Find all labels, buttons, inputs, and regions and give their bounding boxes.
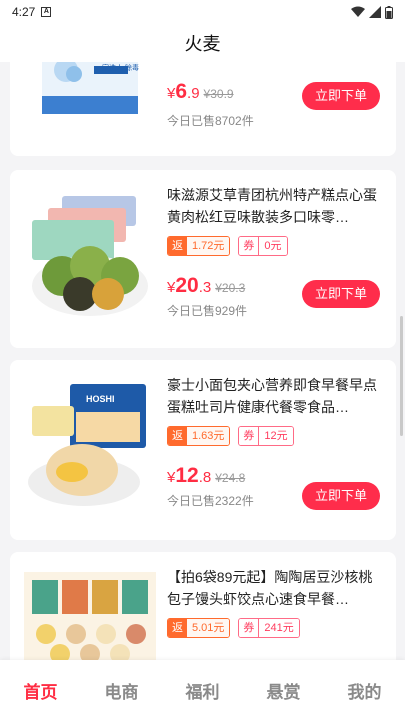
wifi-icon [351, 6, 365, 17]
product-card[interactable]: 味滋源艾草青团杭州特产糕点心蛋黄肉松红豆味散装多口味零… 返 1.72元 券 0元 … [10, 170, 396, 348]
tab-ecommerce[interactable]: 电商 [81, 678, 162, 703]
product-image-caption: 家洗人 除毒 [102, 65, 139, 72]
original-price: ¥20.3 [215, 281, 246, 295]
product-title: 味滋源艾草青团杭州特产糕点心蛋黄肉松红豆味散装多口味零… [167, 187, 377, 225]
tag-row: 返 1.72元 券 0元 [167, 236, 288, 256]
buy-now-button[interactable]: 立即下单 [302, 280, 380, 308]
sold-count: 今日已售2322件 [167, 494, 254, 508]
product-price: ¥ 20 .3 ¥20.3 [167, 274, 246, 297]
product-card[interactable]: 【拍6袋89元起】陶陶居豆沙核桃包子馒头虾饺点心速食早餐… 返 5.01元 券 24… [10, 552, 396, 660]
product-price: ¥ 6 .9 ¥30.9 [167, 80, 234, 103]
product-title: 【拍6袋89元起】陶陶居豆沙核桃包子馒头虾饺点心速食早餐… [167, 569, 373, 607]
bottom-tab-bar: 首页 电商 福利 悬赏 我的 [0, 660, 405, 720]
buy-now-button[interactable]: 立即下单 [302, 482, 380, 510]
product-price: ¥ 12 .8 ¥24.8 [167, 464, 246, 487]
status-time: 4:27 [12, 5, 36, 19]
signal-icon [369, 6, 381, 18]
product-image [24, 190, 156, 322]
status-bar: 4:27 A [0, 0, 405, 24]
buy-now-button[interactable]: 立即下单 [302, 82, 380, 110]
product-card[interactable]: 家洗人 除毒 ¥ 6 .9 ¥30.9 今日已售8702件 立即下单 [10, 62, 396, 156]
rebate-badge: 返 1.63元 [167, 426, 231, 446]
original-price: ¥24.8 [215, 471, 246, 485]
coupon-badge: 券 0元 [238, 236, 288, 256]
rebate-badge: 返 5.01元 [167, 618, 231, 638]
product-card[interactable]: HOSHI 豪士小面包夹心营养即食早餐早点蛋糕吐司片健康代餐零食品… 返 1.63… [10, 360, 396, 540]
product-feed[interactable]: 家洗人 除毒 ¥ 6 .9 ¥30.9 今日已售8702件 立即下单 味滋源艾草… [0, 62, 405, 660]
coupon-badge: 券 12元 [238, 426, 294, 446]
tab-welfare[interactable]: 福利 [162, 678, 243, 703]
sold-count: 今日已售929件 [167, 304, 248, 318]
tab-home[interactable]: 首页 [0, 678, 81, 703]
product-title: 豪士小面包夹心营养即食早餐早点蛋糕吐司片健康代餐零食品… [167, 377, 377, 415]
product-image: HOSHI [24, 380, 156, 512]
tag-row: 返 5.01元 券 241元 [167, 618, 300, 638]
status-icons [351, 5, 393, 19]
tab-bounty[interactable]: 悬赏 [243, 678, 324, 703]
battery-icon [385, 5, 393, 19]
original-price: ¥30.9 [203, 87, 234, 101]
tab-mine[interactable]: 我的 [324, 678, 405, 703]
product-image-caption: HOSHI [86, 394, 115, 404]
tag-row: 返 1.63元 券 12元 [167, 426, 294, 446]
app-header: 火麦 [0, 24, 405, 62]
page-title: 火麦 [184, 34, 221, 54]
rebate-badge: 返 1.72元 [167, 236, 231, 256]
sold-count: 今日已售8702件 [167, 114, 254, 128]
coupon-badge: 券 241元 [238, 618, 300, 638]
product-image: 家洗人 除毒 [24, 62, 156, 118]
sim-icon: A [41, 7, 52, 17]
scrollbar[interactable] [400, 316, 403, 436]
product-image [24, 572, 156, 660]
